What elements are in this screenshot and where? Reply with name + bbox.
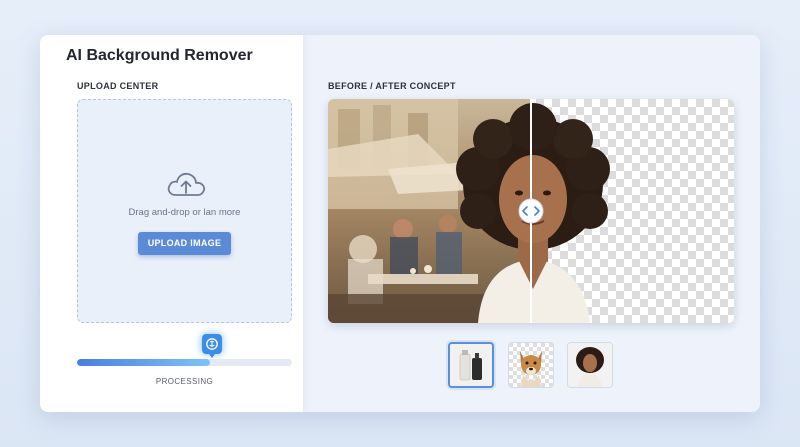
cloud-upload-icon — [167, 172, 206, 196]
preview-section-label: BEFORE / AFTER CONCEPT — [328, 81, 456, 91]
left-panel: AI Background Remover UPLOAD CENTER Drag… — [40, 35, 303, 412]
upload-section-label: UPLOAD CENTER — [77, 81, 159, 91]
brain-icon — [206, 338, 218, 350]
upload-image-button[interactable]: UPLOAD IMAGE — [138, 232, 231, 255]
progress-label: PROCESSING — [155, 377, 214, 386]
progress-fill — [77, 359, 211, 366]
app-window: AI Background Remover UPLOAD CENTER Drag… — [40, 35, 760, 412]
progress-bar — [77, 359, 292, 366]
upload-dropzone[interactable]: Drag and-drop or lan more UPLOAD IMAGE — [77, 99, 292, 323]
dog-image — [509, 343, 553, 387]
app-title: AI Background Remover — [66, 47, 253, 64]
thumbnail-product-bottles[interactable] — [448, 342, 494, 388]
thumbnail-woman-portrait[interactable] — [567, 342, 613, 388]
woman-portrait-image — [568, 343, 612, 387]
preview-image — [328, 99, 734, 323]
dropzone-hint: Drag and-drop or lan more — [128, 207, 241, 218]
thumbnail-dog[interactable] — [508, 342, 554, 388]
product-bottles-image — [450, 344, 492, 386]
before-after-preview[interactable] — [328, 99, 734, 323]
ai-processing-badge — [202, 334, 222, 358]
split-handle[interactable] — [518, 198, 544, 224]
